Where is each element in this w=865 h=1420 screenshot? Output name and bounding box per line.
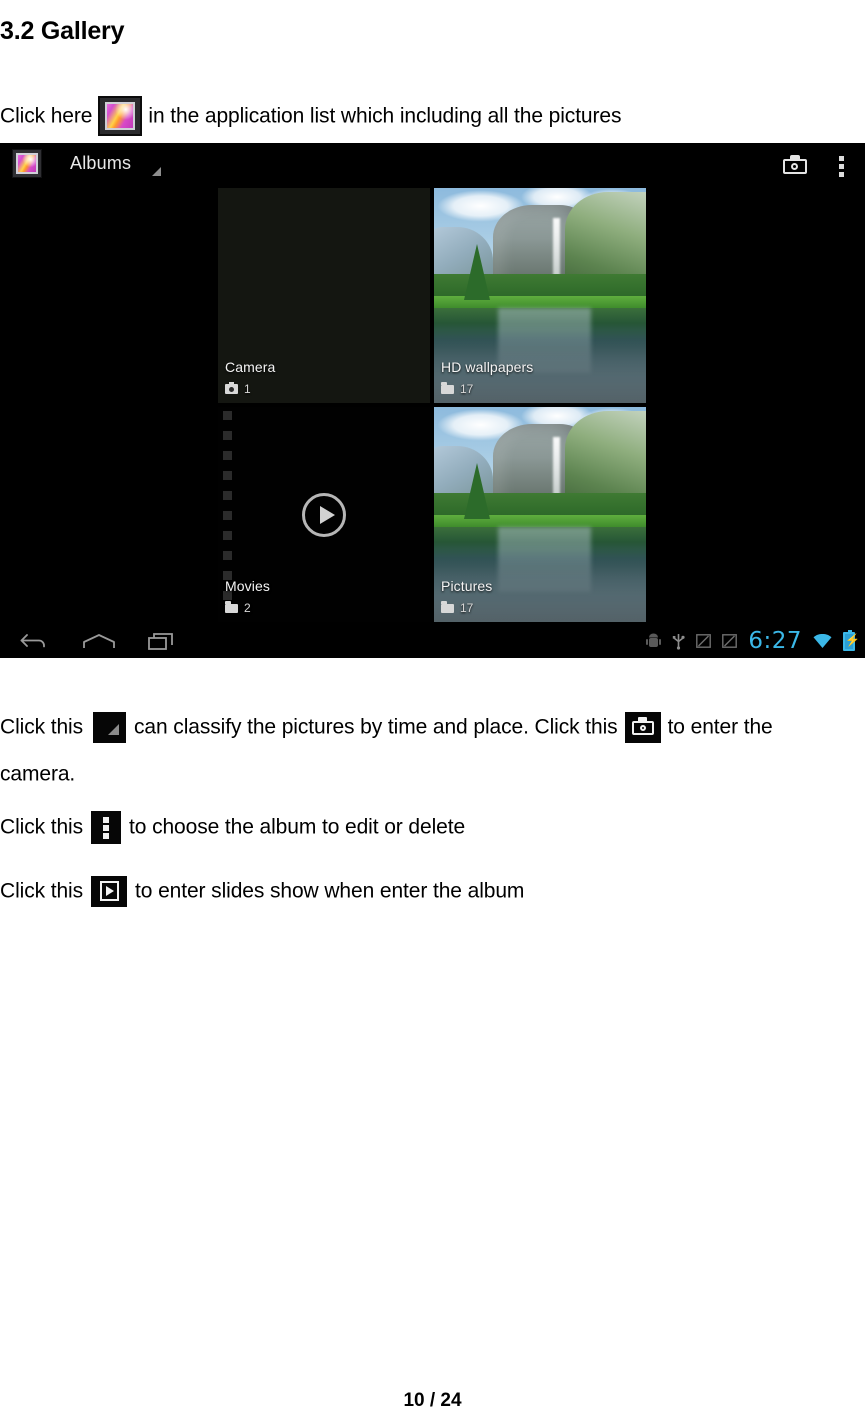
camera-icon[interactable] (783, 155, 807, 175)
classify-prefix-text: Click this (0, 715, 84, 739)
screenshot-icon (696, 634, 712, 648)
film-perforation (223, 431, 232, 440)
status-bar-clock: 6:27 (748, 627, 802, 654)
screenshot-icon (722, 634, 738, 648)
overflow-dot (839, 156, 844, 161)
click-here-suffix-text: in the application list which including … (148, 104, 622, 128)
play-icon[interactable] (302, 492, 346, 537)
system-bar: 6:27 (0, 624, 865, 658)
overflow-dot (839, 172, 844, 177)
gallery-app-icon[interactable] (12, 149, 42, 178)
film-perforation (223, 471, 232, 480)
status-bar: 6:27 (646, 629, 855, 653)
page-title: 3.2 Gallery (0, 16, 125, 45)
thumbnail-pine-tree (463, 462, 490, 519)
camera-word-text: camera. (0, 762, 76, 786)
folder-icon (225, 600, 238, 613)
choose-suffix-text: to choose the album to edit or delete (129, 815, 466, 839)
page-number: 10 / 24 (403, 1390, 462, 1411)
album-tile[interactable]: Pictures 17 (434, 407, 646, 622)
album-count-value: 1 (244, 382, 251, 396)
wifi-icon-svg (813, 633, 832, 648)
classify-suffix-text: to enter the (667, 715, 773, 739)
camera-icon (624, 711, 661, 743)
paragraph-classify: Click this can classify the pictures by t… (0, 706, 773, 748)
album-grid: Camera 1 HD wallpapers 17 Movies 2 Pictu… (218, 188, 652, 624)
paragraph-camera-word: camera. (0, 753, 75, 795)
gallery-app-icon (98, 96, 143, 137)
paragraph-click-here: Click here in the application list which … (0, 95, 621, 137)
slides-prefix-text: Click this (0, 879, 84, 903)
paragraph-choose-album: Click this to choose the album to edit o… (0, 806, 465, 848)
camera-icon (225, 382, 238, 394)
album-title: HD wallpapers (441, 359, 534, 375)
film-perforation (223, 451, 232, 460)
back-icon[interactable] (18, 632, 48, 650)
classify-middle-text: can classify the pictures by time and pl… (134, 715, 618, 739)
wifi-icon (813, 633, 832, 649)
choose-prefix-text: Click this (0, 815, 84, 839)
slides-suffix-text: to enter slides show when enter the albu… (135, 879, 525, 903)
home-icon[interactable] (82, 633, 116, 649)
overflow-dot (103, 824, 110, 831)
recent-apps-icon[interactable] (148, 633, 178, 650)
screenshot-icon-svg (696, 634, 712, 648)
battery-charging-icon (843, 629, 855, 651)
film-perforation (223, 531, 232, 540)
album-title: Movies (225, 578, 270, 594)
slideshow-icon-play (106, 885, 115, 896)
android-gallery-screenshot: Albums Camera 1 HD wallpapers 17 Movies … (0, 143, 865, 658)
chevron-down-icon[interactable] (152, 167, 161, 176)
overflow-menu-icon (91, 810, 122, 844)
paragraph-slideshow: Click this to enter slides show when ent… (0, 870, 524, 912)
album-count-value: 17 (460, 382, 474, 396)
android-debug-icon (646, 633, 662, 650)
album-count-value: 2 (244, 601, 251, 615)
album-tile[interactable]: HD wallpapers 17 (434, 188, 646, 403)
album-count: 17 (441, 600, 474, 615)
album-title: Pictures (441, 578, 493, 594)
album-tile[interactable]: Camera 1 (218, 188, 430, 403)
album-tile[interactable]: Movies 2 (218, 407, 430, 622)
usb-icon (672, 632, 685, 650)
folder-icon (441, 600, 454, 613)
action-bar: Albums (0, 143, 865, 188)
film-perforation (223, 491, 232, 500)
camera-icon-lens (639, 724, 646, 731)
camera-icon-lens (791, 163, 798, 170)
click-here-prefix-text: Click here (0, 104, 93, 128)
album-count: 17 (441, 381, 474, 396)
action-bar-title: Albums (70, 153, 132, 173)
album-count: 1 (225, 382, 251, 396)
sort-triangle-icon (93, 711, 127, 743)
overflow-dot (103, 832, 110, 839)
film-perforation (223, 411, 232, 420)
gallery-icon-frame (105, 102, 136, 131)
film-perforation (223, 511, 232, 520)
usb-icon-svg (673, 634, 685, 650)
overflow-dot (839, 164, 844, 169)
film-perforation (223, 551, 232, 560)
android-debug-icon-svg (646, 633, 662, 647)
slideshow-icon (91, 875, 128, 907)
overflow-dot (103, 816, 110, 823)
screenshot-icon-svg (722, 634, 738, 648)
folder-icon (441, 381, 454, 394)
sort-triangle-glyph (108, 723, 120, 735)
home-icon-svg (83, 634, 115, 648)
album-count-value: 17 (460, 601, 474, 615)
back-icon-svg (20, 634, 45, 648)
overflow-menu-icon[interactable] (839, 156, 845, 178)
album-title: Camera (225, 359, 276, 375)
album-count: 2 (225, 600, 251, 615)
recent-apps-icon-svg (148, 633, 173, 650)
gallery-icon-frame (16, 153, 38, 174)
thumbnail-pine-tree (463, 243, 490, 300)
